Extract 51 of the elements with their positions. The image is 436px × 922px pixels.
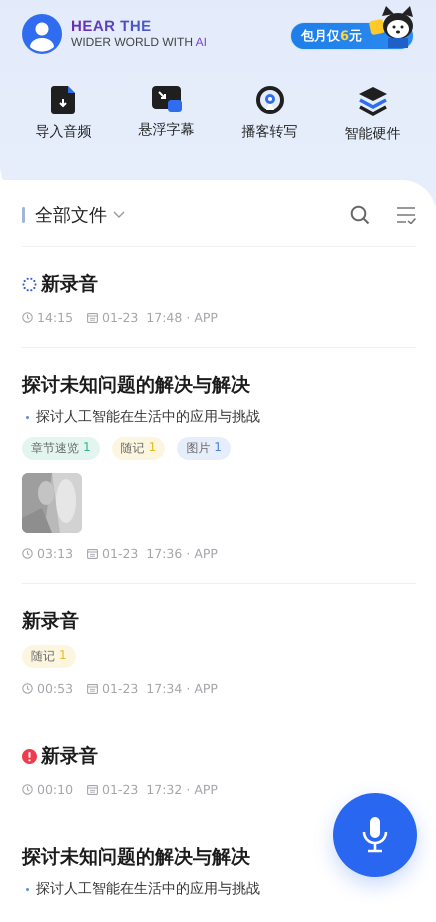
source-text: APP <box>194 681 218 696</box>
date-text: 01-23 17:34 <box>102 681 182 696</box>
microphone-icon <box>362 817 388 853</box>
sort-filter-icon[interactable] <box>396 206 416 224</box>
calendar-icon <box>87 548 98 559</box>
picture-in-picture-icon <box>152 86 182 112</box>
file-download-icon <box>50 86 76 114</box>
source-text: APP <box>194 546 218 561</box>
podcast-icon <box>256 86 284 114</box>
promo-text: 包月仅6元 <box>301 28 362 45</box>
separator-dot: · <box>186 546 190 561</box>
layers-icon <box>358 86 388 116</box>
chevron-down-icon <box>113 211 125 219</box>
tag-chip[interactable]: 图片 1 <box>177 437 231 460</box>
recording-title[interactable]: 新录音 <box>41 271 98 297</box>
recording-summary: 探讨人工智能在生活中的应用与挑战 <box>36 408 260 426</box>
calendar-icon <box>87 683 98 694</box>
duration-text: 03:13 <box>37 546 74 561</box>
date-text: 01-23 17:32 <box>102 782 182 797</box>
date-text: 01-23 17:36 <box>102 546 182 561</box>
calendar-icon <box>87 784 98 795</box>
clock-icon <box>22 784 33 795</box>
clock-icon <box>22 312 33 323</box>
source-text: APP <box>194 310 218 325</box>
logo-tagline: WIDER WORLD WITH AI <box>71 34 208 50</box>
clock-icon <box>22 548 33 559</box>
separator-dot: · <box>186 681 190 696</box>
quick-action-button[interactable]: 悬浮字幕 <box>115 86 218 143</box>
duration-text: 00:53 <box>37 681 74 696</box>
quick-action-button[interactable]: 导入音频 <box>12 86 115 143</box>
duration-text: 00:10 <box>37 782 74 797</box>
source-text: APP <box>194 782 218 797</box>
clock-icon <box>22 683 33 694</box>
separator-dot: · <box>186 782 190 797</box>
tag-chip[interactable]: 随记 1 <box>22 645 76 668</box>
tag-chip[interactable]: 章节速览 1 <box>22 437 100 460</box>
recording-summary: 探讨人工智能在生活中的应用与挑战 <box>36 880 260 898</box>
recording-title[interactable]: 新录音 <box>22 608 79 634</box>
separator-dot: · <box>186 310 190 325</box>
quick-action-button[interactable]: 播客转写 <box>218 86 321 143</box>
quick-action-button[interactable]: 智能硬件 <box>321 86 424 143</box>
folder-dropdown[interactable]: 全部文件 <box>35 203 125 227</box>
recording-title[interactable]: 新录音 <box>41 743 98 769</box>
recording-title[interactable]: 探讨未知问题的解决与解决 <box>22 844 250 870</box>
tag-chip[interactable]: 随记 1 <box>112 437 166 460</box>
avatar-icon[interactable] <box>22 14 62 54</box>
recording-title[interactable]: 探讨未知问题的解决与解决 <box>22 372 250 398</box>
date-text: 01-23 17:48 <box>102 310 182 325</box>
duration-text: 14:15 <box>37 310 74 325</box>
calendar-icon <box>87 312 98 323</box>
search-icon[interactable] <box>350 205 370 225</box>
